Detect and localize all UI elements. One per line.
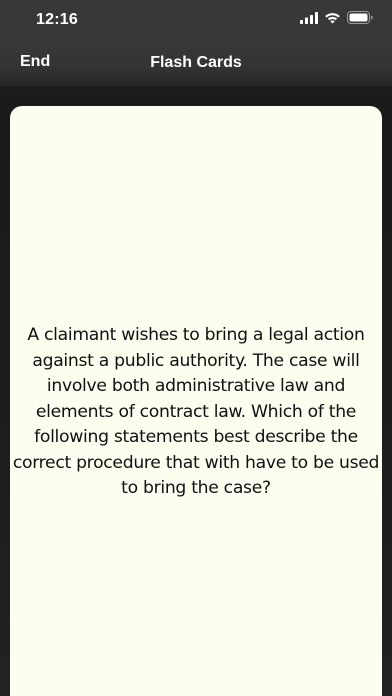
nav-bar: End Flash Cards bbox=[0, 42, 392, 86]
wifi-icon bbox=[324, 11, 341, 29]
battery-icon bbox=[347, 11, 374, 29]
page-title: Flash Cards bbox=[150, 54, 242, 71]
status-bar: 12:16 bbox=[0, 0, 392, 42]
screen: 12:16 End Flash Cards A claimant wishes … bbox=[0, 0, 392, 696]
status-time: 12:16 bbox=[36, 11, 78, 28]
card-question: A claimant wishes to bring a legal actio… bbox=[12, 325, 380, 499]
flash-card[interactable]: A claimant wishes to bring a legal actio… bbox=[10, 106, 382, 696]
signal-icon bbox=[300, 11, 318, 29]
status-icons bbox=[300, 11, 374, 29]
